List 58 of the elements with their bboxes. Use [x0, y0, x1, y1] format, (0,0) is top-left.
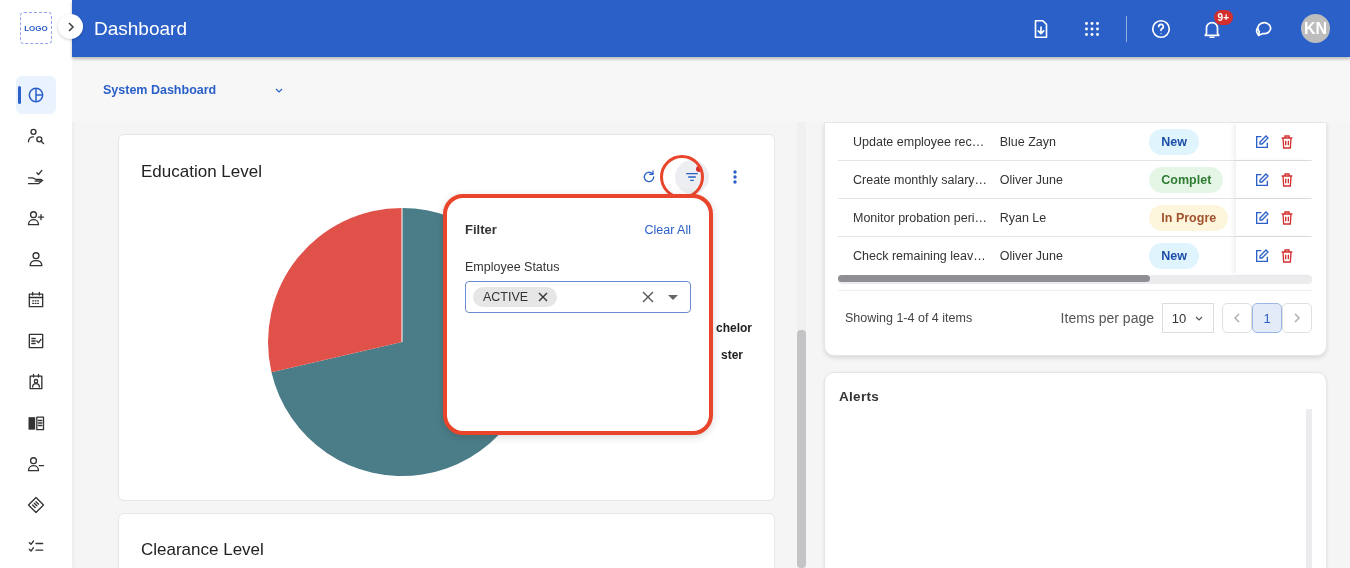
- card-title: Clearance Level: [141, 540, 265, 560]
- filter-chip[interactable]: ACTIVE: [473, 287, 558, 307]
- edit-icon: [1254, 171, 1271, 188]
- horizontal-scrollbar[interactable]: [838, 275, 1312, 284]
- dropdown-arrow-icon: [668, 294, 678, 300]
- table-cell-text: Monitor probation peri…: [852, 210, 989, 225]
- status-badge: Complet: [1149, 166, 1224, 193]
- page-title: Dashboard: [94, 17, 187, 40]
- sidebar-toggle-button[interactable]: [58, 14, 83, 39]
- edit-icon: [1254, 133, 1271, 150]
- card-title: Alerts: [839, 389, 881, 404]
- notification-badge: 9+: [1213, 9, 1233, 25]
- table-cell-text: Oliver June: [999, 172, 1064, 187]
- user-plus-icon: [26, 208, 46, 228]
- table-cell-text: Oliver June: [999, 248, 1064, 263]
- clear-all-link[interactable]: Clear All: [644, 222, 691, 237]
- page-size-select[interactable]: 10: [1162, 303, 1214, 333]
- table-cell-text: Create monthly salary…: [852, 172, 989, 187]
- user-search-icon: [26, 126, 46, 146]
- status-badge: New: [1149, 128, 1200, 155]
- scrollbar[interactable]: [797, 122, 806, 568]
- table-cell-text: Blue Zayn: [999, 134, 1057, 149]
- legend-label: chelor: [716, 321, 752, 335]
- status-badge: In Progre: [1149, 204, 1229, 231]
- sidebar-item[interactable]: [16, 76, 56, 114]
- legend-label: ster: [721, 348, 743, 362]
- edit-button[interactable]: [1254, 133, 1271, 150]
- edit-button[interactable]: [1254, 247, 1271, 264]
- items-summary: Showing 1-4 of 4 items: [845, 311, 973, 325]
- refresh-icon: [641, 169, 657, 185]
- table-cell-text: Check remaining leav…: [852, 248, 987, 263]
- calendar-icon: [26, 290, 46, 310]
- multi-select-field[interactable]: ACTIVE: [465, 281, 691, 313]
- table-cell-text: Ryan Le: [999, 210, 1048, 225]
- popup-title: Filter: [465, 222, 497, 237]
- items-per-page-label: Items per page: [1060, 310, 1154, 326]
- table-cell-text: Update employee rec…: [852, 134, 986, 149]
- status-badge: New: [1149, 242, 1200, 269]
- edit-icon: [1254, 209, 1271, 226]
- dashboard-select[interactable]: System Dashboard: [103, 82, 285, 97]
- filter-button[interactable]: [675, 160, 709, 194]
- checklist-icon: [26, 331, 46, 351]
- chevron-left-icon: [1232, 313, 1242, 323]
- chevron-right-icon: [1292, 313, 1302, 323]
- more-vertical-icon: [732, 169, 738, 185]
- remove-icon: [538, 292, 549, 302]
- edit-button[interactable]: [1254, 209, 1271, 226]
- page-button[interactable]: 1: [1252, 303, 1282, 333]
- logo: LOGO: [20, 12, 52, 44]
- edit-button[interactable]: [1254, 171, 1271, 188]
- edit-icon: [1254, 247, 1271, 264]
- clear-icon: [642, 291, 654, 303]
- pie-chart-icon: [26, 85, 46, 105]
- user-minus-icon: [26, 454, 46, 474]
- hand-check-icon: [26, 167, 46, 187]
- field-label: Employee Status: [465, 260, 561, 274]
- help-icon: [1150, 17, 1172, 40]
- card-title: Education Level: [141, 162, 262, 182]
